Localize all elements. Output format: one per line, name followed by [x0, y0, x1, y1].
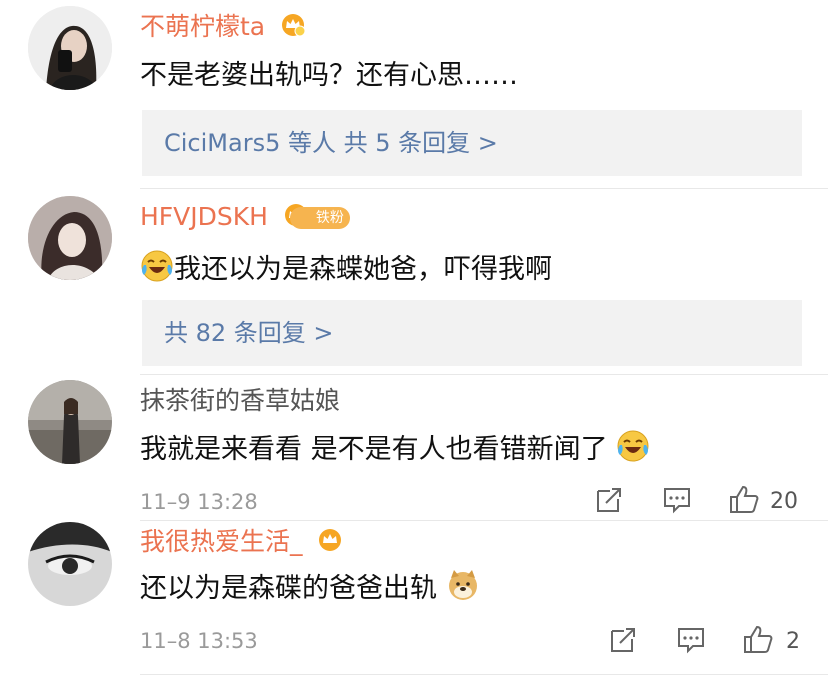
like-button[interactable] — [728, 483, 760, 519]
avatar[interactable] — [28, 196, 112, 280]
divider — [140, 520, 828, 521]
comment-text: 不是老婆出轨吗？还有心思…… — [140, 60, 518, 91]
repost-button[interactable] — [608, 625, 638, 659]
comment-text-content: 我就是来看看 是不是有人也看错新闻了 — [140, 434, 608, 465]
comment-icon — [664, 488, 690, 514]
comment-text: 我就是来看看 是不是有人也看错新闻了 — [140, 429, 650, 472]
divider — [140, 674, 828, 675]
thumbs-up-icon — [744, 625, 773, 653]
divider — [140, 374, 828, 375]
laugh-cry-emoji-icon — [140, 249, 174, 292]
username[interactable]: 抹茶街的香草姑娘 — [140, 386, 340, 416]
comment-time: 11–9 13:28 — [140, 490, 258, 514]
like-button[interactable] — [742, 623, 774, 659]
vip-crown-icon — [316, 528, 344, 559]
comment-icon — [678, 628, 704, 654]
avatar[interactable] — [28, 380, 112, 464]
username-text[interactable]: HFVJDSKH — [140, 202, 268, 231]
comment-text-content: 我还以为是森蝶她爸，吓得我啊 — [174, 254, 552, 285]
username[interactable]: 我很热爱生活_ — [140, 527, 344, 559]
repost-icon — [611, 628, 635, 652]
comment-button[interactable] — [662, 485, 692, 519]
vip-crown-icon — [279, 13, 307, 44]
username-text[interactable]: 我很热爱生活_ — [140, 527, 303, 556]
username[interactable]: 不萌柠檬ta — [140, 12, 307, 44]
comment-text: 还以为是森碟的爸爸出轨 — [140, 568, 480, 611]
doge-emoji-icon — [446, 568, 480, 611]
comment-time: 11–8 13:53 — [140, 629, 258, 653]
username-text[interactable]: 不萌柠檬ta — [140, 12, 265, 41]
comment-text-content: 还以为是森碟的爸爸出轨 — [140, 573, 437, 604]
like-count: 2 — [786, 629, 800, 654]
repost-icon — [597, 488, 621, 512]
repost-button[interactable] — [594, 485, 624, 519]
username[interactable]: HFVJDSKH 铁粉 — [140, 202, 350, 234]
laugh-cry-emoji-icon — [616, 429, 650, 472]
reply-summary[interactable]: 共 82 条回复 > — [142, 300, 802, 366]
avatar[interactable] — [28, 6, 112, 90]
divider — [140, 188, 828, 189]
like-count: 20 — [770, 489, 798, 514]
comment-text: 我还以为是森蝶她爸，吓得我啊 — [140, 249, 552, 292]
comment-button[interactable] — [676, 625, 706, 659]
reply-summary[interactable]: CiciMars5 等人 共 5 条回复 > — [142, 110, 802, 176]
fan-badge: 铁粉 — [289, 207, 350, 229]
avatar[interactable] — [28, 522, 112, 606]
thumbs-up-icon — [730, 485, 759, 513]
